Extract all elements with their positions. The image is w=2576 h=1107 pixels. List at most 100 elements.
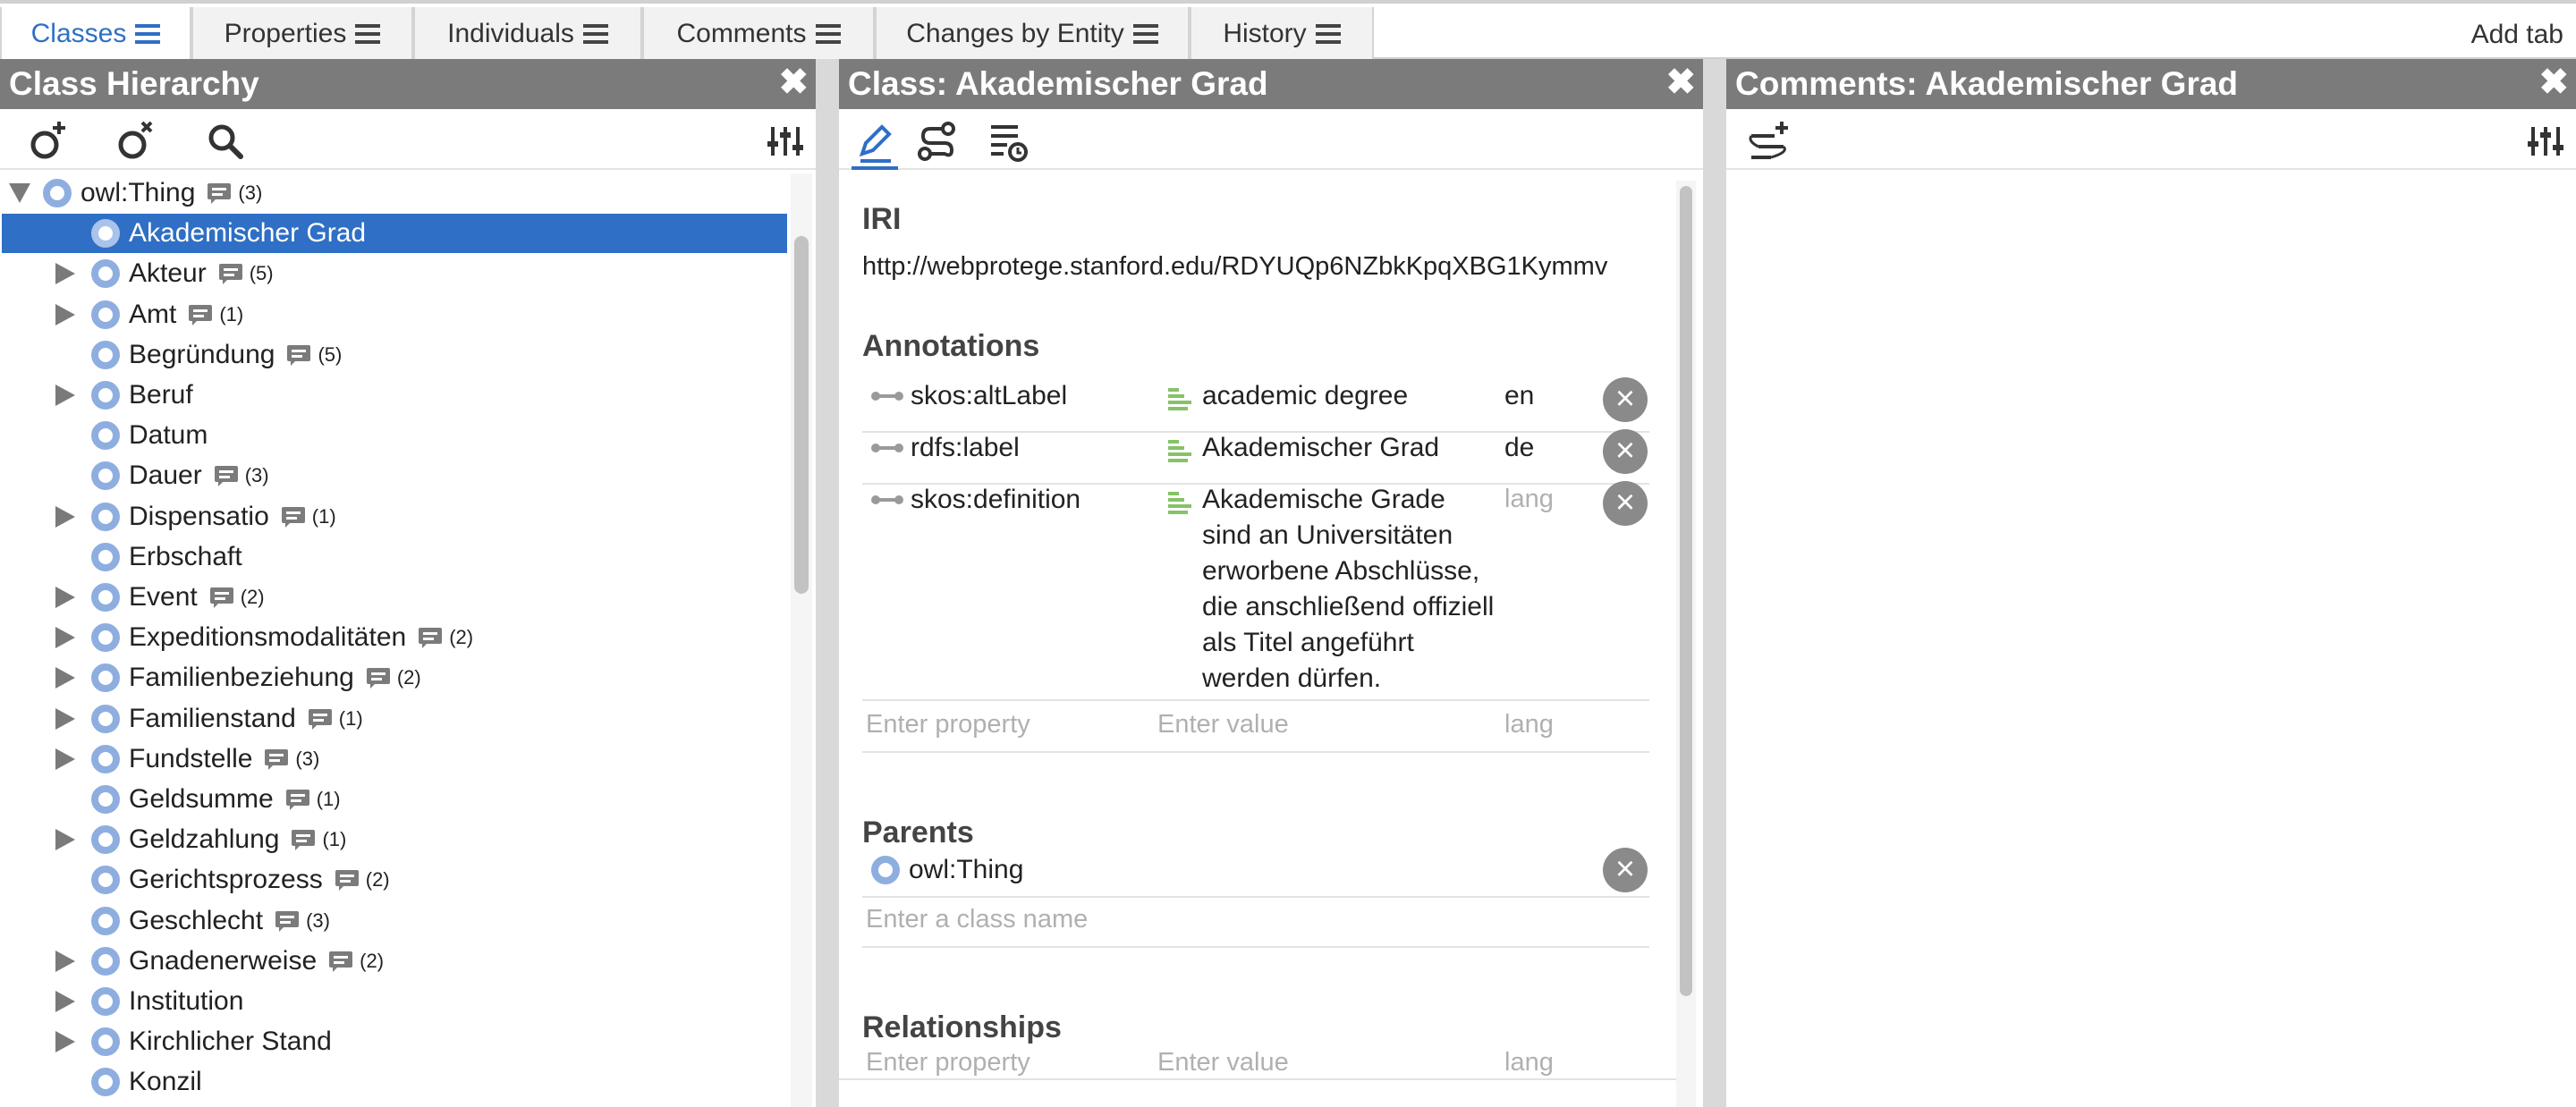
- expand-toggle-icon[interactable]: [55, 748, 75, 770]
- expand-toggle-icon[interactable]: [55, 263, 75, 285]
- annotation-value[interactable]: Akademischer Grad: [1202, 433, 1439, 463]
- annotation-lang[interactable]: de: [1504, 433, 1534, 463]
- delete-annotation-button[interactable]: ×: [1603, 481, 1648, 526]
- annotation-value-line[interactable]: Akademische Grade: [1202, 485, 1445, 515]
- tree-node[interactable]: Geldzahlung (1): [2, 820, 787, 859]
- menu-icon[interactable]: [355, 24, 381, 44]
- tree-node[interactable]: Event (2): [2, 578, 787, 617]
- expand-toggle-icon[interactable]: [55, 303, 75, 325]
- editor-scrollbar[interactable]: [1676, 181, 1696, 1107]
- tree-node[interactable]: Begründung (5): [2, 335, 787, 375]
- comment-count[interactable]: (2): [366, 666, 421, 689]
- tree-node[interactable]: Akademischer Grad: [2, 214, 787, 254]
- class-name-input[interactable]: Enter a class name: [866, 905, 1088, 934]
- iri-value[interactable]: http://webprotege.stanford.edu/RDYUQp6NZ…: [862, 252, 1607, 282]
- relationship-lang-input[interactable]: lang: [1504, 1048, 1554, 1077]
- tree-node[interactable]: Gerichtsprozess (2): [2, 860, 787, 900]
- comment-count[interactable]: (3): [275, 909, 330, 933]
- close-icon[interactable]: ✖: [2538, 59, 2569, 109]
- relationship-property-input[interactable]: Enter property: [866, 1048, 1030, 1077]
- menu-icon[interactable]: [815, 24, 841, 44]
- comment-count[interactable]: (2): [335, 868, 390, 892]
- annotation-value-line[interactable]: werden dürfen.: [1202, 663, 1381, 694]
- add-comment-thread-icon[interactable]: [1746, 118, 1792, 165]
- expand-toggle-icon[interactable]: [55, 667, 75, 689]
- tree-node[interactable]: Amt (1): [2, 295, 787, 334]
- comment-count[interactable]: (3): [208, 182, 262, 205]
- annotation-lang-placeholder[interactable]: lang: [1504, 485, 1554, 514]
- menu-icon[interactable]: [1132, 24, 1158, 44]
- tree-node[interactable]: Gnadenerweise (2): [2, 942, 787, 981]
- expand-toggle-icon[interactable]: [55, 991, 75, 1012]
- close-icon[interactable]: ✖: [1665, 59, 1696, 109]
- tree-node[interactable]: Kirchlicher Stand: [2, 1022, 787, 1061]
- comment-count[interactable]: (2): [329, 950, 384, 973]
- settings-sliders-icon[interactable]: [2522, 118, 2569, 165]
- expand-toggle-icon[interactable]: [55, 829, 75, 851]
- tree-node[interactable]: Familienbeziehung (2): [2, 658, 787, 697]
- annotation-property[interactable]: rdfs:label: [871, 433, 1020, 463]
- annotation-lang[interactable]: en: [1504, 381, 1534, 411]
- tree-node[interactable]: Konzil: [2, 1062, 787, 1102]
- tree-node[interactable]: Datum: [2, 416, 787, 455]
- comment-count[interactable]: (1): [189, 303, 243, 326]
- new-value-input[interactable]: Enter value: [1157, 710, 1289, 739]
- annotation-property[interactable]: skos:definition: [871, 485, 1080, 515]
- scrollbar-thumb[interactable]: [794, 236, 809, 594]
- history-list-icon[interactable]: [986, 118, 1032, 165]
- tree-node[interactable]: Beruf: [2, 376, 787, 415]
- menu-icon[interactable]: [1315, 24, 1341, 44]
- annotation-value-line[interactable]: die anschließend offiziell: [1202, 592, 1494, 622]
- menu-icon[interactable]: [135, 24, 161, 44]
- tab-classes[interactable]: Classes: [0, 7, 191, 61]
- comment-count[interactable]: (1): [281, 505, 336, 528]
- parent-class[interactable]: owl:Thing: [871, 855, 1023, 885]
- tab-comments[interactable]: Comments: [642, 7, 875, 61]
- close-icon[interactable]: ✖: [778, 59, 809, 109]
- expand-toggle-icon[interactable]: [55, 505, 75, 528]
- tab-individuals[interactable]: Individuals: [413, 7, 642, 61]
- tree-scrollbar[interactable]: [791, 173, 812, 1107]
- tree-node-owl-thing[interactable]: owl:Thing (3): [2, 173, 787, 213]
- tree-node[interactable]: Geschlecht (3): [2, 901, 787, 941]
- annotation-property[interactable]: skos:altLabel: [871, 381, 1067, 411]
- expand-toggle-icon[interactable]: [55, 384, 75, 406]
- create-class-icon[interactable]: [25, 118, 72, 165]
- splitter[interactable]: [816, 59, 839, 1107]
- edit-pencil-icon[interactable]: [852, 118, 898, 170]
- comment-count[interactable]: (2): [419, 626, 473, 649]
- search-icon[interactable]: [202, 118, 249, 165]
- settings-sliders-icon[interactable]: [762, 118, 809, 165]
- expand-toggle-icon[interactable]: [55, 950, 75, 972]
- tab-properties[interactable]: Properties: [191, 7, 413, 61]
- expand-toggle-icon[interactable]: [55, 587, 75, 608]
- scrollbar-thumb[interactable]: [1680, 186, 1692, 996]
- expand-toggle-icon[interactable]: [55, 707, 75, 730]
- splitter[interactable]: [1703, 59, 1726, 1107]
- comment-count[interactable]: (3): [265, 748, 319, 771]
- comment-count[interactable]: (1): [308, 707, 363, 731]
- new-lang-input[interactable]: lang: [1504, 710, 1554, 739]
- annotation-value[interactable]: academic degree: [1202, 381, 1408, 411]
- tree-node[interactable]: Akteur (5): [2, 254, 787, 293]
- delete-annotation-button[interactable]: ×: [1603, 429, 1648, 474]
- comment-count[interactable]: (5): [287, 343, 342, 367]
- comment-count[interactable]: (1): [285, 788, 341, 811]
- tree-node[interactable]: Dispensatio (1): [2, 497, 787, 537]
- tree-node[interactable]: Geldsumme (1): [2, 780, 787, 819]
- delete-parent-button[interactable]: ×: [1603, 848, 1648, 892]
- tree-node[interactable]: Dauer (3): [2, 456, 787, 495]
- delete-annotation-button[interactable]: ×: [1603, 377, 1648, 422]
- relationship-value-input[interactable]: Enter value: [1157, 1048, 1289, 1077]
- tree-node[interactable]: Fundstelle (3): [2, 739, 787, 779]
- hierarchy-path-icon[interactable]: [914, 118, 961, 165]
- expand-toggle-icon[interactable]: [55, 627, 75, 649]
- annotation-value-line[interactable]: sind an Universitäten: [1202, 520, 1453, 551]
- comment-count[interactable]: (5): [218, 262, 274, 285]
- menu-icon[interactable]: [582, 24, 608, 44]
- annotation-value-line[interactable]: als Titel angeführt: [1202, 628, 1414, 658]
- tree-node[interactable]: Institution: [2, 982, 787, 1021]
- add-tab-button[interactable]: Add tab: [2471, 20, 2563, 50]
- expand-toggle-icon[interactable]: [9, 183, 30, 203]
- tree-node[interactable]: Expeditionsmodalitäten (2): [2, 618, 787, 657]
